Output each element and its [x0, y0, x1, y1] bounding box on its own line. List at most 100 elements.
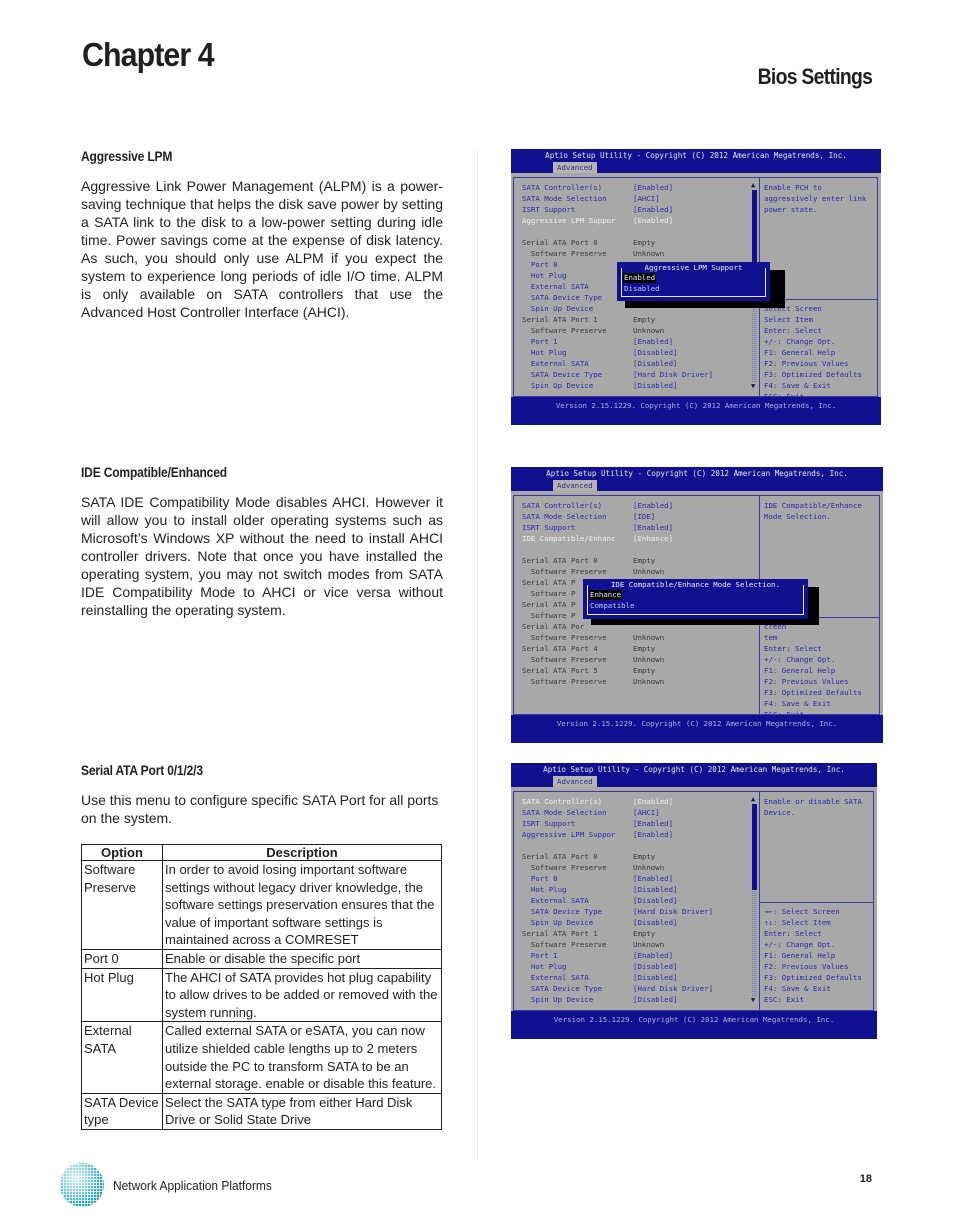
setting-label: Port 1	[522, 951, 558, 960]
bios-setting-row[interactable]: SATA Mode Selection [AHCI]	[522, 807, 747, 818]
table-row: Hot Plug The AHCI of SATA provides hot p…	[81, 967, 442, 1023]
key-hint: tem	[764, 633, 778, 642]
setting-label: Serial ATA Port 0	[522, 556, 598, 565]
table-row: Port 0 Enable or disable the specific po…	[81, 948, 442, 969]
option-cell: Hot Plug	[81, 967, 163, 1023]
bios-setting-row[interactable]: Hot Plug [Disabled]	[522, 347, 747, 358]
column-header-option: Option	[81, 844, 163, 861]
scroll-down-icon[interactable]: ▼	[751, 997, 755, 1004]
setting-value: [Hard Disk Driver]	[633, 370, 714, 379]
popup-option-disabled[interactable]: Disabled	[624, 284, 660, 294]
setting-value: Empty	[633, 238, 656, 247]
options-table: Option Description Software Preserve In …	[81, 844, 442, 1130]
bios-setting-row[interactable]: SATA Mode Selection [AHCI]	[522, 193, 747, 204]
setting-label: IDE Compatible/Enhanc	[522, 534, 616, 543]
bios-setting-row[interactable]: Aggressive LPM Suppor [Enabled]	[522, 215, 747, 226]
setting-value: [Enabled]	[633, 523, 674, 532]
bios-setting-row[interactable]: SATA Controller(s) [Enabled]	[522, 796, 747, 807]
popup-option-compatible[interactable]: Compatible	[590, 601, 635, 611]
setting-label: Hot Plug	[522, 885, 567, 894]
setting-value: Empty	[633, 666, 656, 675]
bios-setting-row[interactable]: Spin Up Device [Disabled]	[522, 917, 747, 928]
bios-setting-row[interactable]: ISRT Support [Enabled]	[522, 204, 747, 215]
bios-setting-row[interactable]: External SATA [Disabled]	[522, 972, 747, 983]
setting-value: [Enabled]	[633, 205, 674, 214]
setting-value: [Disabled]	[633, 359, 678, 368]
bios-setting-row[interactable]: Port 1 [Enabled]	[522, 336, 747, 347]
bios-setting-row[interactable]: Spin Up Device [Disabled]	[522, 994, 747, 1005]
bios-setting-row[interactable]: SATA Device Type [Hard Disk Driver]	[522, 369, 747, 380]
bios-title: Aptio Setup Utility - Copyright (C) 2012…	[546, 469, 848, 478]
setting-label: Hot Plug	[522, 271, 567, 280]
chapter-title: Chapter 4	[82, 36, 215, 73]
bios-header: Aptio Setup Utility - Copyright (C) 2012…	[511, 467, 883, 491]
key-hint: F4: Save & Exit	[764, 381, 831, 390]
bios-setting-row[interactable]: Port 0 [Enabled]	[522, 873, 747, 884]
key-hint: F3: Optimized Defaults	[764, 688, 862, 697]
bios-setting-row[interactable]: External SATA [Disabled]	[522, 358, 747, 369]
bios-setting-row[interactable]: Spin Up Device [Disabled]	[522, 380, 747, 391]
setting-label: Software Preserve	[522, 567, 607, 576]
setting-label: Software Preserve	[522, 249, 607, 258]
bios-scrollbar[interactable]: ▲ ▼	[751, 796, 757, 1004]
section-paragraph: SATA IDE Compatibility Mode disables AHC…	[81, 494, 443, 618]
popup-title: Aggressive LPM Support	[641, 263, 746, 272]
setting-label: Hot Plug	[522, 962, 567, 971]
bios-tab-advanced[interactable]: Advanced	[553, 480, 597, 491]
bios-setting-row[interactable]: SATA Controller(s) [Enabled]	[522, 182, 747, 193]
setting-value: [AHCI]	[633, 808, 660, 817]
setting-label: Software Preserve	[522, 633, 607, 642]
setting-label: Serial ATA Port 1	[522, 929, 598, 938]
bios-setting-row[interactable]: IDE Compatible/Enhanc [Enhance]	[522, 533, 747, 544]
bios-setting-row[interactable]: ISRT Support [Enabled]	[522, 818, 747, 829]
setting-label: SATA Device Type	[522, 984, 603, 993]
bios-setting-row[interactable]: SATA Device Type [Hard Disk Driver]	[522, 983, 747, 994]
setting-value: Empty	[633, 315, 656, 324]
bios-footer: Version 2.15.1229. Copyright (C) 2012 Am…	[511, 397, 881, 425]
setting-label: Software P	[522, 611, 576, 620]
setting-label: Serial ATA Por	[522, 622, 585, 631]
key-hint: ESC: Exit	[764, 995, 805, 1004]
bios-setting-row[interactable]: Aggressive LPM Suppor [Enabled]	[522, 829, 747, 840]
bios-setting-row: Serial ATA Port 1 Empty	[522, 928, 747, 939]
setting-value: [Enabled]	[633, 951, 674, 960]
setting-label: Software Preserve	[522, 863, 607, 872]
help-text-line: IDE Compatible/Enhance	[764, 501, 862, 510]
scroll-up-icon[interactable]: ▲	[751, 796, 755, 803]
bios-tab-advanced[interactable]: Advanced	[553, 162, 597, 173]
bios-tab-advanced[interactable]: Advanced	[553, 776, 597, 787]
bios-setting-row[interactable]: Hot Plug [Disabled]	[522, 961, 747, 972]
key-hint: F3: Optimized Defaults	[764, 973, 862, 982]
bios-setting-row: Serial ATA Port 5 Empty	[522, 665, 747, 676]
bios-setting-row[interactable]: Port 1 [Enabled]	[522, 950, 747, 961]
setting-label: Software Preserve	[522, 677, 607, 686]
bios-setting-row[interactable]: External SATA [Disabled]	[522, 895, 747, 906]
bios-setting-row[interactable]: Hot Plug [Disabled]	[522, 884, 747, 895]
popup-option-enabled[interactable]: Enabled	[623, 273, 657, 283]
help-text-line: aggressively enter link	[764, 194, 867, 203]
scroll-up-icon[interactable]: ▲	[751, 182, 755, 189]
scroll-down-icon[interactable]: ▼	[751, 383, 755, 390]
bios-setting-row: Software Preserve Unknown	[522, 325, 747, 336]
setting-label: Aggressive LPM Suppor	[522, 830, 616, 839]
setting-label: SATA Controller(s)	[522, 797, 603, 806]
bios-setting-row[interactable]: ISRT Support [Enabled]	[522, 522, 747, 533]
bios-setting-row: Software Preserve Unknown	[522, 632, 747, 643]
section-heading: Aggressive LPM	[81, 148, 173, 164]
bios-screenshot-ide-mode: Aptio Setup Utility - Copyright (C) 2012…	[511, 467, 883, 743]
setting-value: Unknown	[633, 326, 665, 335]
setting-label: Spin Up Device	[522, 995, 594, 1004]
bios-setting-row[interactable]: SATA Mode Selection [IDE]	[522, 511, 747, 522]
bios-setting-row[interactable]: SATA Controller(s) [Enabled]	[522, 500, 747, 511]
bios-setting-row[interactable]: SATA Device Type [Hard Disk Driver]	[522, 906, 747, 917]
bios-setting-row: Serial ATA Port 0 Empty	[522, 555, 747, 566]
key-hint: ↑↓: Select Item	[764, 918, 831, 927]
scroll-track[interactable]	[752, 890, 757, 996]
bios-footer: Version 2.15.1229. Copyright (C) 2012 Am…	[511, 715, 883, 743]
scroll-thumb[interactable]	[752, 804, 757, 890]
setting-label: SATA Mode Selection	[522, 808, 607, 817]
setting-label: SATA Device Type	[522, 293, 603, 302]
description-cell: Called external SATA or eSATA, you can n…	[162, 1021, 442, 1094]
popup-option-enhance[interactable]: Enhance	[589, 590, 623, 600]
setting-label: External SATA	[522, 359, 589, 368]
